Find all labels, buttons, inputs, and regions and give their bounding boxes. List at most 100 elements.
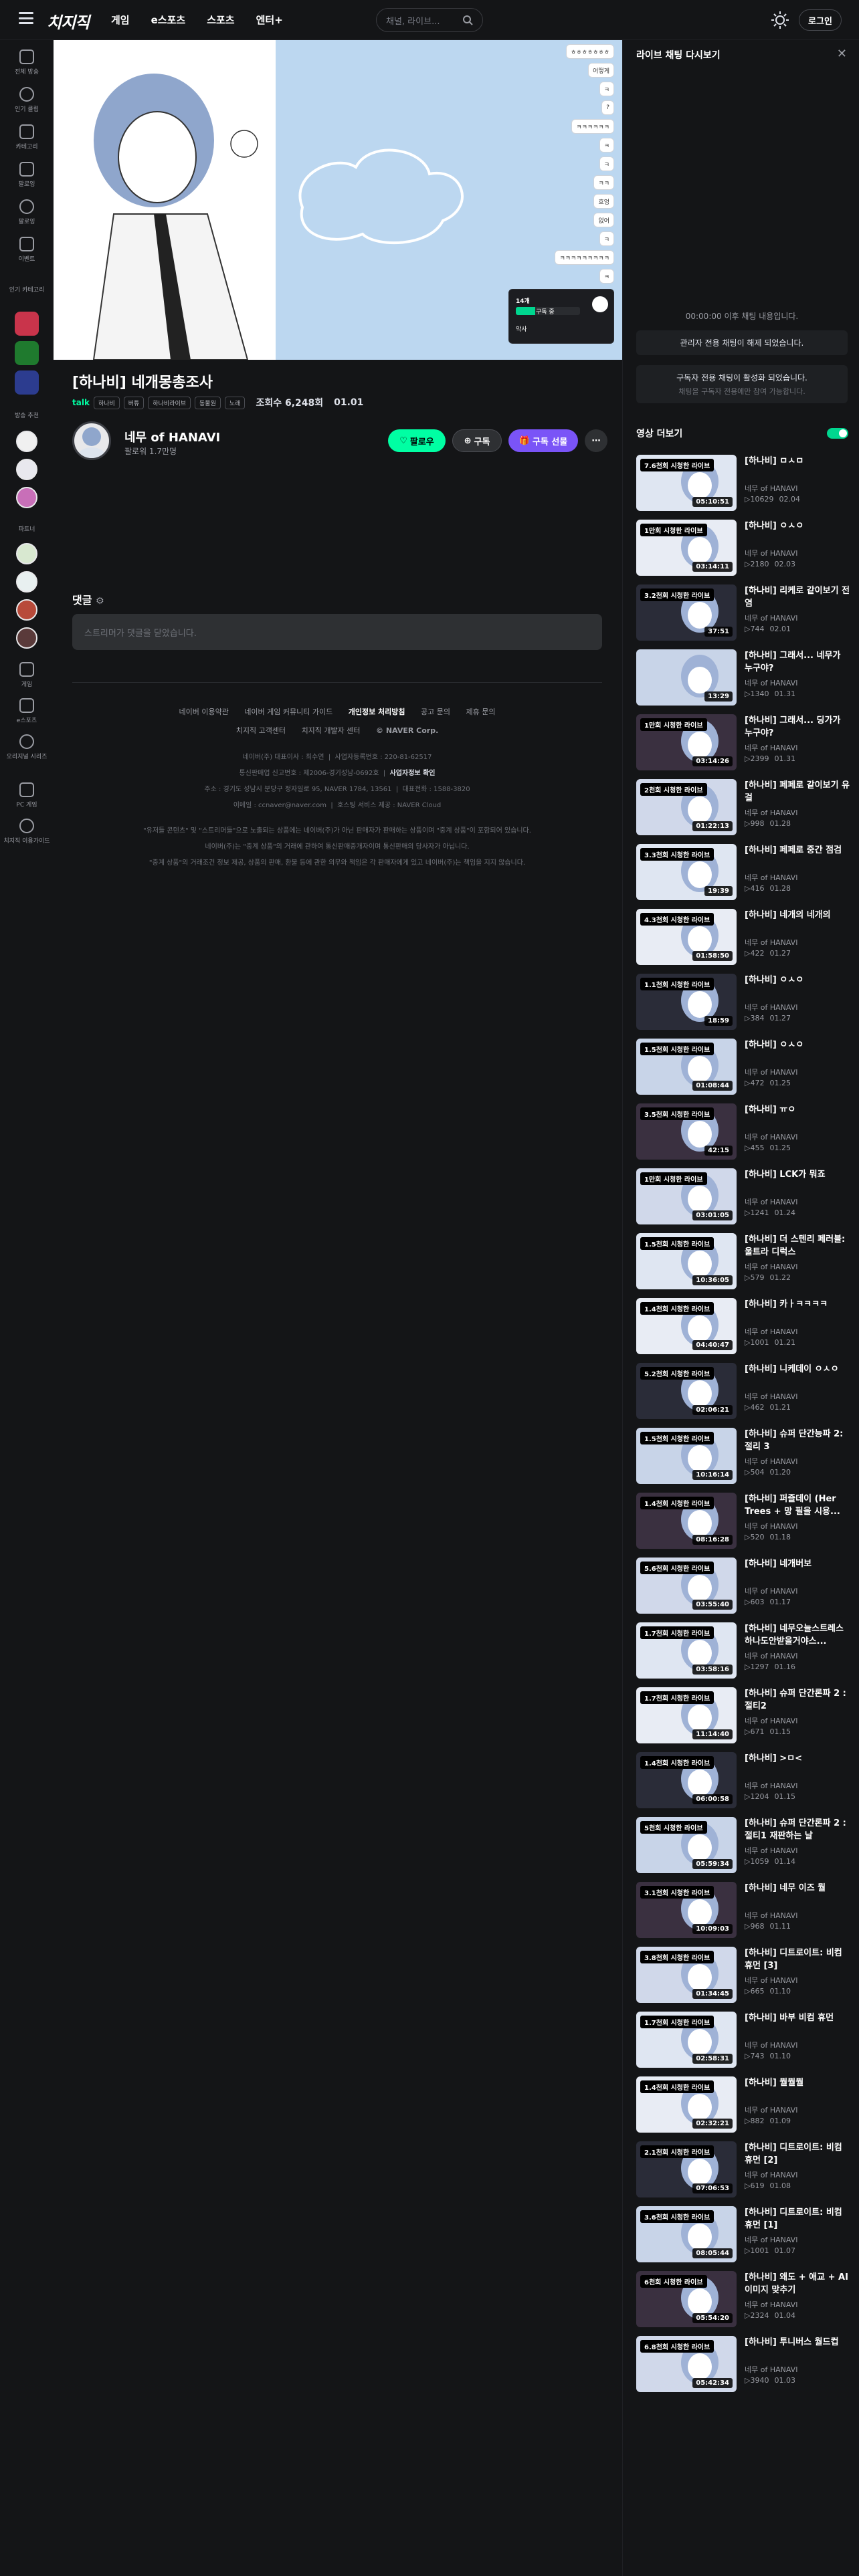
footer-link[interactable]: 네이버 이용약관: [179, 708, 228, 716]
video-thumbnail[interactable]: 2천회 시청한 라이브 01:22:13: [636, 779, 737, 835]
video-title[interactable]: [하나비] 디트로이트: 비컴 휴먼 [2]: [745, 2141, 850, 2167]
sidebar-item-event[interactable]: 이벤트: [0, 237, 54, 263]
video-title[interactable]: [하나비] 슈퍼 단간능파 2: 절리 3: [745, 1428, 850, 1453]
video-title[interactable]: [하나비] 그래서... 딩가가 누구야?: [745, 714, 850, 740]
video-title[interactable]: [하나비] LCK가 뭐죠: [745, 1168, 850, 1181]
sidebar-item-category[interactable]: 카테고리: [0, 124, 54, 150]
video-thumbnail[interactable]: 13:29: [636, 649, 737, 706]
channel-name[interactable]: 네무 of HANAVI: [124, 428, 220, 445]
video-list-item[interactable]: 1.7천회 시청한 라이브 03:58:16 [하나비] 네무오늘스트레스하나도안받…: [636, 1622, 850, 1681]
avatar[interactable]: [16, 627, 37, 649]
video-title[interactable]: [하나비] 슈퍼 단간론파 2 : 절티2: [745, 1687, 850, 1713]
video-list-item[interactable]: 1만회 시청한 라이브 03:01:05 [하나비] LCK가 뭐죠 네무 of HA…: [636, 1168, 850, 1227]
talk-badge[interactable]: talk: [72, 398, 90, 407]
video-thumbnail[interactable]: 1.5천회 시청한 라이브 10:16:14: [636, 1428, 737, 1484]
video-list-item[interactable]: 5.6천회 시청한 라이브 03:55:40 [하나비] 네개버보 네무 of HAN…: [636, 1558, 850, 1616]
video-list-item[interactable]: 3.6천회 시청한 라이브 08:05:44 [하나비] 디트로이트: 비컴 휴먼 …: [636, 2206, 850, 2265]
video-thumbnail[interactable]: 3.1천회 시청한 라이브 10:09:03: [636, 1882, 737, 1938]
video-list-item[interactable]: 3.5천회 시청한 라이브 42:15 [하나비] ㅠㅇ 네무 of HANAVI ▷4…: [636, 1103, 850, 1162]
video-title[interactable]: [하나비] 카ㅏㅋㅋㅋㅋ: [745, 1298, 850, 1311]
video-list-item[interactable]: 1.7천회 시청한 라이브 02:58:31 [하나비] 바부 비컴 휴먼 네무 of…: [636, 2012, 850, 2070]
video-list-item[interactable]: 6.8천회 시청한 라이브 05:42:34 [하나비] 투니버스 월드컵 네무 of…: [636, 2336, 850, 2395]
video-list-item[interactable]: 1.4천회 시청한 라이브 02:32:21 [하나비] 뭘뭘뭘 네무 of HANA…: [636, 2076, 850, 2135]
video-thumbnail[interactable]: 1.4천회 시청한 라이브 02:32:21: [636, 2076, 737, 2133]
video-title[interactable]: [하나비] ㅠㅇ: [745, 1103, 850, 1116]
video-thumbnail[interactable]: 1.7천회 시청한 라이브 02:58:31: [636, 2012, 737, 2068]
sidebar-item-esports[interactable]: e스포츠: [0, 698, 54, 724]
video-title[interactable]: [하나비] ㅁㅅㅁ: [745, 455, 850, 467]
video-thumbnail[interactable]: 1만회 시청한 라이브 03:01:05: [636, 1168, 737, 1224]
tag[interactable]: 버튜: [123, 396, 145, 409]
video-thumbnail[interactable]: 5.2천회 시청한 라이브 02:06:21: [636, 1363, 737, 1419]
video-thumbnail[interactable]: 2.1천회 시청한 라이브 07:06:53: [636, 2141, 737, 2197]
avatar[interactable]: [16, 599, 37, 621]
video-list-item[interactable]: 3.1천회 시청한 라이브 10:09:03 [하나비] 네무 이즈 뭘 네무 of …: [636, 1882, 850, 1941]
footer-link[interactable]: 치지직 고객센터: [236, 726, 286, 735]
avatar[interactable]: [16, 571, 37, 593]
sidebar-item-clips[interactable]: 인기 클립: [0, 87, 54, 113]
video-thumbnail[interactable]: 5천회 시청한 라이브 05:59:34: [636, 1817, 737, 1873]
video-title[interactable]: [하나비] 니케데이 ㅇㅅㅇ: [745, 1363, 850, 1376]
video-list-item[interactable]: 3.8천회 시청한 라이브 01:34:45 [하나비] 디트로이트: 비컴 휴먼 …: [636, 1947, 850, 2006]
video-player[interactable]: ㅎㅎㅎㅎㅎㅎㅎ 어떻게 ㅋ ? ㅋㅋㅋㅋㅋㅋ ㅋ ㅋ ㅋㅋ 흐엉 없어 ㅋ ㅋㅋ…: [54, 40, 622, 360]
video-list-item[interactable]: 1.4천회 시청한 라이브 06:00:58 [하나비] >ㅁ< 네무 of HANA…: [636, 1752, 850, 1811]
video-thumbnail[interactable]: 3.5천회 시청한 라이브 42:15: [636, 1103, 737, 1160]
subscribe-button[interactable]: ⊕ 구독: [452, 429, 502, 452]
footer-link[interactable]: 개인정보 처리방침: [349, 708, 405, 716]
logo[interactable]: 치지직: [47, 9, 90, 33]
video-title[interactable]: [하나비] >ㅁ<: [745, 1752, 850, 1765]
tag[interactable]: 노래: [224, 396, 246, 409]
footer-link[interactable]: 제휴 문의: [466, 708, 496, 716]
video-thumbnail[interactable]: 1.7천회 시청한 라이브 03:58:16: [636, 1622, 737, 1679]
video-thumbnail[interactable]: 3.6천회 시청한 라이브 08:05:44: [636, 2206, 737, 2262]
nav-entertainment[interactable]: 엔터+: [256, 13, 283, 27]
video-list-item[interactable]: 5천회 시청한 라이브 05:59:34 [하나비] 슈퍼 단간론파 2 : 절티1…: [636, 1817, 850, 1876]
avatar[interactable]: [16, 431, 37, 452]
video-title[interactable]: [하나비] 뭘뭘뭘: [745, 2076, 850, 2089]
video-title[interactable]: [하나비] ㅇㅅㅇ: [745, 974, 850, 986]
sidebar-item-pc[interactable]: PC 게임: [0, 782, 54, 809]
video-thumbnail[interactable]: 1.4천회 시청한 라이브 06:00:58: [636, 1752, 737, 1808]
settings-icon[interactable]: ⚙: [96, 596, 104, 607]
video-list-item[interactable]: 1.7천회 시청한 라이브 11:14:40 [하나비] 슈퍼 단간론파 2 : 절…: [636, 1687, 850, 1746]
category-thumb[interactable]: [15, 312, 39, 336]
video-title[interactable]: [하나비] 네무 이즈 뭘: [745, 1882, 850, 1895]
video-title[interactable]: [하나비] 네무오늘스트레스하나도안받을거야스...: [745, 1622, 850, 1648]
search-icon[interactable]: [462, 15, 473, 25]
gift-subscription-button[interactable]: 🎁 구독 선물: [508, 429, 578, 452]
video-list-item[interactable]: 1.1천회 시청한 라이브 18:59 [하나비] ㅇㅅㅇ 네무 of HANAVI ▷…: [636, 974, 850, 1033]
sidebar-item-following[interactable]: 팔로잉: [0, 162, 54, 188]
video-thumbnail[interactable]: 1.5천회 시청한 라이브 01:08:44: [636, 1039, 737, 1095]
video-list-item[interactable]: 7.6천회 시청한 라이브 05:10:51 [하나비] ㅁㅅㅁ 네무 of HANA…: [636, 455, 850, 514]
tag[interactable]: 하나비라이브: [148, 396, 191, 409]
video-list-item[interactable]: 3.3천회 시청한 라이브 19:39 [하나비] 페페로 중간 점검 네무 of H…: [636, 844, 850, 903]
video-thumbnail[interactable]: 3.8천회 시청한 라이브 01:34:45: [636, 1947, 737, 2003]
nav-sports[interactable]: 스포츠: [207, 13, 234, 27]
video-thumbnail[interactable]: 3.2천회 시청한 라이브 37:51: [636, 584, 737, 641]
video-list-item[interactable]: 1.4천회 시청한 라이브 04:40:47 [하나비] 카ㅏㅋㅋㅋㅋ 네무 of H…: [636, 1298, 850, 1357]
avatar[interactable]: [16, 459, 37, 480]
nav-game[interactable]: 게임: [111, 13, 130, 27]
video-list-item[interactable]: 1.5천회 시청한 라이브 01:08:44 [하나비] ㅇㅅㅇ 네무 of HANA…: [636, 1039, 850, 1097]
video-thumbnail[interactable]: 1.4천회 시청한 라이브 04:40:47: [636, 1298, 737, 1354]
video-title[interactable]: [하나비] 그래서... 네무가 누구야?: [745, 649, 850, 675]
sidebar-item-original[interactable]: 오리지널 시리즈: [0, 734, 54, 760]
sidebar-item-guide[interactable]: 치지직 이용가이드: [0, 819, 54, 845]
footer-link[interactable]: 치지직 개발자 센터: [302, 726, 361, 735]
avatar[interactable]: [16, 543, 37, 564]
login-button[interactable]: 로그인: [799, 9, 842, 31]
sidebar-item-favorites[interactable]: 팔로잉: [0, 199, 54, 225]
tag[interactable]: 하나비: [93, 396, 120, 409]
more-options-button[interactable]: ⋯: [585, 429, 607, 452]
video-thumbnail[interactable]: 1.1천회 시청한 라이브 18:59: [636, 974, 737, 1030]
sidebar-item-game[interactable]: 게임: [0, 662, 54, 688]
video-title[interactable]: [하나비] ㅇㅅㅇ: [745, 1039, 850, 1051]
video-list-item[interactable]: 2천회 시청한 라이브 01:22:13 [하나비] 페페로 같이보기 유걸 네무 o…: [636, 779, 850, 838]
avatar[interactable]: [16, 487, 37, 508]
video-title[interactable]: [하나비] 디트로이트: 비컴 휴먼 [3]: [745, 1947, 850, 1972]
video-thumbnail[interactable]: 6천회 시청한 라이브 05:54:20: [636, 2271, 737, 2327]
video-list-item[interactable]: 1만회 시청한 라이브 03:14:11 [하나비] ㅇㅅㅇ 네무 of HANAVI…: [636, 520, 850, 578]
sidebar-item-all-live[interactable]: 전체 방송: [0, 49, 54, 76]
business-info-link[interactable]: 사업자정보 확인: [390, 770, 436, 777]
video-title[interactable]: [하나비] ㅇㅅㅇ: [745, 520, 850, 532]
